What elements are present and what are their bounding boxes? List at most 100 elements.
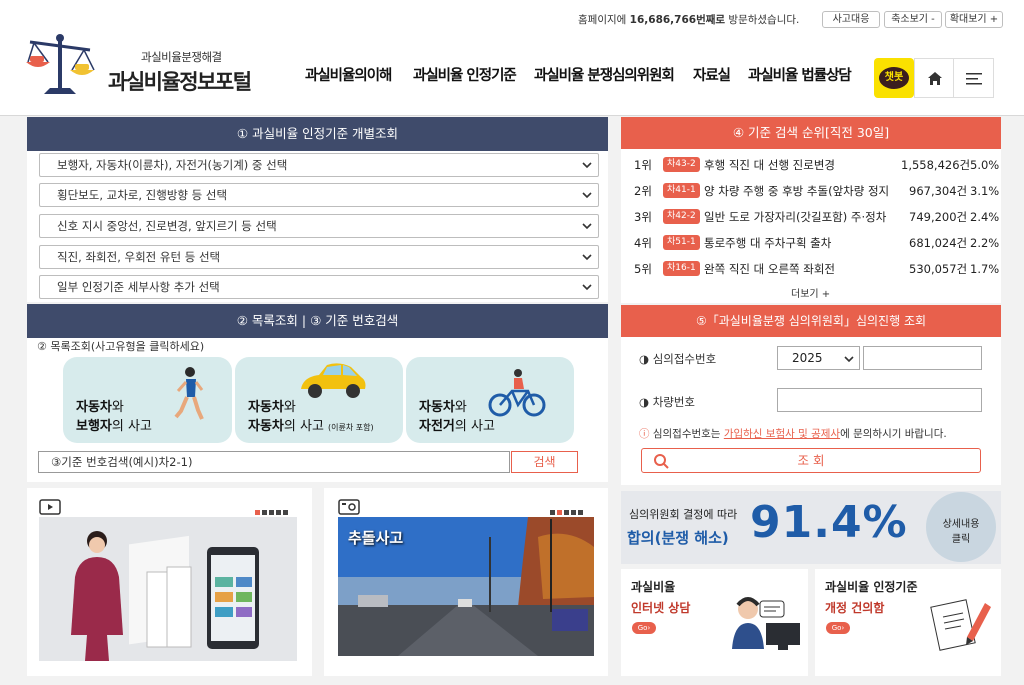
pedestrian-icon [174, 367, 204, 420]
video-play-icon [39, 499, 61, 515]
chevron-down-icon [844, 356, 854, 363]
card-line1: 자동차와 [248, 400, 296, 415]
ranking-row[interactable]: 5위 차16-1 완쪽 직진 대 오른쪽 좌회전 530,057건 1.7% [621, 256, 1001, 282]
review-title: ⑤「과실비율분쟁 심의위원회」심의진행 조회 [621, 305, 1001, 337]
standard-number-search-input[interactable]: ③기준 번호검색(예시)차2-1) [38, 451, 510, 473]
consult-title: 과실비율 [631, 580, 676, 594]
nav-committee[interactable]: 과실비율 분쟁심의위원회 [534, 64, 675, 85]
notice-suffix: 에 문의하시기 바랍니다. [840, 428, 947, 440]
receipt-number-label: ◑ 심의접수번호 [639, 352, 717, 366]
logo-subtitle: 과실비율분쟁해결 [141, 50, 222, 64]
revision-go-button[interactable]: Go› [826, 622, 850, 634]
search-icon [654, 454, 669, 469]
camera-icon [338, 499, 360, 515]
list-lookup-subtitle: ② 목록조회(사고유형을 클릭하세요) [37, 340, 205, 353]
vehicle-number-label: ◑ 차량번호 [639, 395, 696, 409]
insurer-link[interactable]: 가입하신 보험사 및 공제사 [724, 428, 840, 440]
chevron-down-icon [582, 162, 592, 169]
zoom-out-button[interactable]: 축소보기 - [884, 11, 942, 28]
site-logo[interactable]: 과실비율분쟁해결 과실비율정보포털 [24, 32, 274, 102]
video-caption: 추돌사고 [348, 529, 404, 547]
select-signal[interactable]: 신호 지시 중앙선, 진로변경, 앞지르기 등 선택 [39, 214, 599, 238]
select-direction[interactable]: 직진, 좌회전, 우회전 유턴 등 선택 [39, 245, 599, 269]
home-button[interactable] [914, 58, 954, 98]
select-direction-value: 직진, 좌회전, 우회전 유턴 등 선택 [57, 250, 221, 264]
detail-label: 상세내용 [942, 519, 980, 530]
video-thumbnail[interactable] [39, 517, 297, 661]
vehicle-number-input[interactable] [777, 388, 982, 412]
internet-consult-card[interactable]: 과실비율 인터넷 상담 Go› [621, 569, 808, 676]
ranking-row[interactable]: 3위 차42-2 일반 도로 가장자리(갓길포함) 주·정차 749,200건 2.4% [621, 204, 1001, 230]
select-detail[interactable]: 일부 인정기준 세부사항 추가 선택 [39, 275, 599, 299]
visitor-counter: 홈페이지에 16,686,766번째로 방문하셨습니다. [578, 12, 799, 27]
card-line2: 자동차의 사고 (이륜차 포함) [248, 419, 374, 434]
stats-line1: 심의위원회 결정에 따라 [629, 508, 738, 521]
select-location-value: 횡단보도, 교차로, 진행방향 등 선택 [57, 188, 228, 202]
chevron-down-icon [582, 223, 592, 230]
video-panel-right: 추돌사고 [324, 488, 608, 676]
consult-sub: 인터넷 상담 [631, 601, 691, 615]
page: 홈페이지에 16,686,766번째로 방문하셨습니다. 사고대응 축소보기 -… [0, 0, 1024, 685]
chevron-down-icon [582, 284, 592, 291]
bicycle-icon [488, 369, 546, 417]
nav-legal-consult[interactable]: 과실비율 법률상담 [748, 64, 852, 85]
lookup-button[interactable]: 조 회 [641, 448, 981, 473]
chatbot-button[interactable]: 챗봇 [874, 58, 914, 98]
chatbot-label: 챗봇 [879, 67, 909, 89]
accident-response-button[interactable]: 사고대응 [822, 11, 880, 28]
site-header: 홈페이지에 16,686,766번째로 방문하셨습니다. 사고대응 축소보기 -… [0, 0, 1024, 116]
info-icon: ⓘ [639, 428, 650, 440]
select-location[interactable]: 횡단보도, 교차로, 진행방향 등 선택 [39, 183, 599, 207]
visitor-count: 16,686,766번째로 [629, 14, 726, 26]
ranking-title: ④ 기준 검색 순위[직전 30일] [621, 117, 1001, 149]
panel2-title: ② 목록조회 | ③ 기준 번호검색 [27, 304, 608, 338]
search-button[interactable]: 검색 [511, 451, 578, 473]
committee-review-panel: ⑤「과실비율분쟁 심의위원회」심의진행 조회 ◑ 심의접수번호 2025 ◑ 차… [621, 305, 1001, 485]
presenter-video-image [39, 517, 297, 661]
nav-understanding[interactable]: 과실비율의이해 [305, 64, 392, 85]
zoom-in-button[interactable]: 확대보기 + [945, 11, 1003, 28]
ranking-row[interactable]: 4위 차51-1 통로주행 대 주차구획 출차 681,024건 2.2% [621, 230, 1001, 256]
lookup-button-label: 조 회 [797, 453, 825, 468]
ranking-more-link[interactable]: 더보기 + [791, 285, 830, 300]
hamburger-icon [966, 73, 982, 85]
card-car-pedestrian[interactable]: 자동차와 보행자의 사고 [63, 357, 232, 443]
menu-button[interactable] [954, 58, 994, 98]
stats-line2: 합의(분쟁 해소) [627, 529, 729, 547]
card-line2: 보행자의 사고 [76, 419, 152, 434]
year-select[interactable]: 2025 [777, 346, 860, 370]
scale-logo-icon [26, 34, 95, 94]
notice-prefix: 심의접수번호는 [652, 428, 721, 440]
year-select-value: 2025 [792, 351, 823, 365]
video-panel-left [27, 488, 312, 676]
video-thumbnail[interactable]: 추돌사고 [338, 517, 594, 656]
search-ranking-panel: ④ 기준 검색 순위[직전 30일] 1위 차43-2 후행 직진 대 선행 진로변… [621, 117, 1001, 303]
home-icon [928, 72, 942, 85]
chevron-down-icon [582, 192, 592, 199]
select-signal-value: 신호 지시 중앙선, 진로변경, 앞지르기 등 선택 [57, 219, 277, 233]
card-car-car[interactable]: 자동차와 자동차의 사고 (이륜차 포함) [235, 357, 403, 443]
logo-title: 과실비율정보포털 [108, 70, 252, 94]
consult-go-button[interactable]: Go› [632, 622, 656, 634]
revision-suggestion-card[interactable]: 과실비율 인정기준 개정 건의함 Go› [815, 569, 1001, 676]
card-line1: 자동차와 [419, 400, 467, 415]
agreement-percent: 91.4% [750, 497, 908, 548]
visitor-prefix: 홈페이지에 [578, 14, 627, 26]
standards-lookup-panel: ① 과실비율 인정기준 개별조회 보행자, 자동차(이륜차), 자전거(농기계)… [27, 117, 608, 302]
detail-button[interactable]: 상세내용 클릭 [926, 492, 996, 562]
visitor-suffix: 방문하셨습니다. [728, 14, 800, 26]
nav-library[interactable]: 자료실 [693, 64, 731, 85]
ranking-row[interactable]: 2위 차41-1 양 차량 주행 중 후방 추돌(앞차량 정지 967,304건 3.1… [621, 178, 1001, 204]
car-icon [301, 363, 366, 398]
card-car-bicycle[interactable]: 자동차와 자전거의 사고 [406, 357, 574, 443]
click-label: 클릭 [951, 534, 971, 545]
select-party[interactable]: 보행자, 자동차(이륜차), 자전거(농기계) 중 선택 [39, 153, 599, 177]
ranking-row[interactable]: 1위 차43-2 후행 직진 대 선행 진로변경 1,558,426건 5.0% [621, 152, 1001, 178]
receipt-number-input[interactable] [863, 346, 982, 370]
review-notice: ⓘ 심의접수번호는 가입하신 보험사 및 공제사에 문의하시기 바랍니다. [639, 426, 947, 441]
select-party-value: 보행자, 자동차(이륜차), 자전거(농기계) 중 선택 [57, 158, 288, 172]
nav-standards[interactable]: 과실비율 인정기준 [413, 64, 517, 85]
select-detail-value: 일부 인정기준 세부사항 추가 선택 [57, 280, 220, 294]
agreement-stats-banner: 심의위원회 결정에 따라 합의(분쟁 해소) 91.4% 상세내용 클릭 [621, 491, 1001, 564]
revision-title: 과실비율 인정기준 [825, 580, 918, 594]
